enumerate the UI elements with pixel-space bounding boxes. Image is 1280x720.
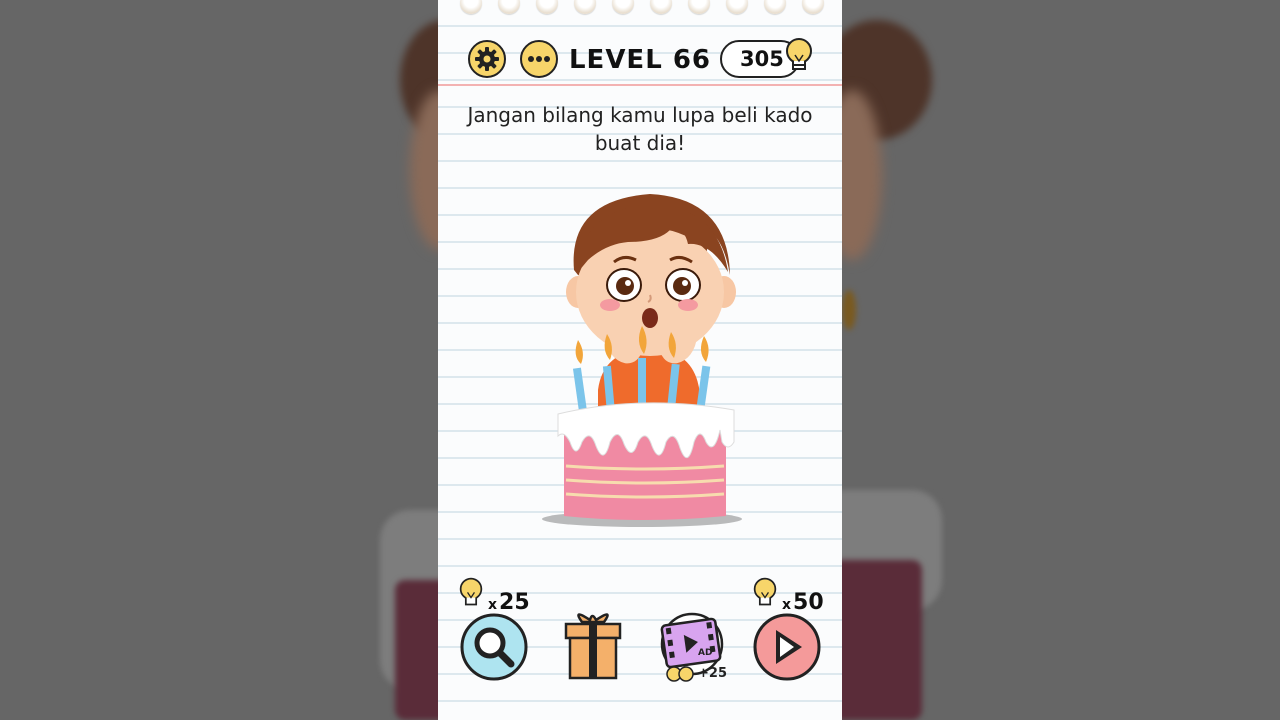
skip-cost: x 50 <box>750 576 824 614</box>
level-title: LEVEL 66 <box>568 45 711 75</box>
magnifier-icon <box>460 613 528 681</box>
magnifier-cost: x 25 <box>456 576 530 614</box>
gift-button[interactable] <box>562 608 624 686</box>
backdrop-right <box>842 0 1280 720</box>
header-divider <box>438 84 842 86</box>
cost-value: 50 <box>793 590 824 615</box>
skip-button[interactable] <box>752 612 822 686</box>
candle <box>696 336 711 409</box>
watch-ad-button[interactable]: AD +25 <box>656 610 728 690</box>
magnifier-button[interactable] <box>459 612 529 686</box>
tools-bar: x 25 AD +25 x 50 <box>438 570 842 690</box>
candle <box>638 326 647 408</box>
ad-reward: +25 <box>698 666 727 681</box>
ad-badge: AD <box>698 648 713 658</box>
backdrop-left <box>0 0 438 720</box>
lightbulb-icon <box>459 577 483 606</box>
gear-icon <box>475 47 499 71</box>
gift-icon <box>564 613 622 680</box>
candle <box>572 340 587 411</box>
puzzle-scene <box>542 194 742 527</box>
cost-value: 25 <box>499 590 530 615</box>
question-text: Jangan bilang kamu lupa beli kado buat d… <box>467 103 813 155</box>
top-bar: LEVEL 66 305 <box>438 36 842 84</box>
more-icon <box>528 56 550 62</box>
notebook-spiral <box>438 0 842 16</box>
more-button[interactable] <box>520 40 558 78</box>
boy-mouth <box>642 308 658 328</box>
skip-icon <box>753 613 821 681</box>
lightbulb-icon <box>786 38 812 70</box>
game-panel: LEVEL 66 305 Jangan bilang kamu lupa bel… <box>438 0 842 720</box>
settings-button[interactable] <box>468 40 506 78</box>
lightbulb-icon <box>753 577 777 606</box>
hint-count: 305 <box>740 47 784 71</box>
cake-body <box>564 432 726 520</box>
